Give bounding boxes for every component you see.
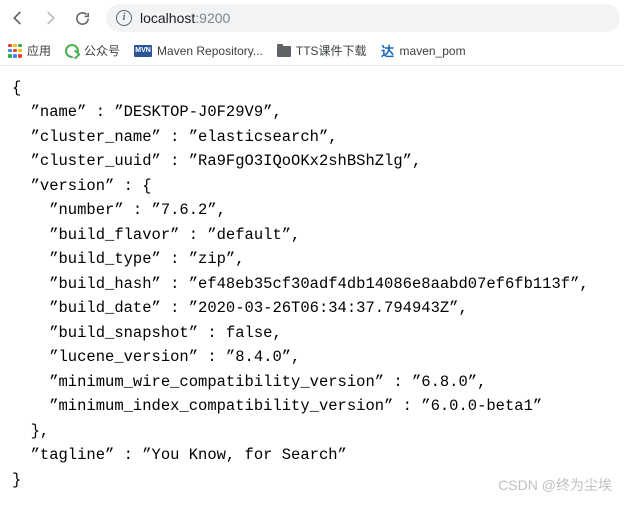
back-button[interactable]: [4, 4, 32, 32]
json-content: { ”name” : ”DESKTOP-J0F29V9”, ”cluster_n…: [0, 66, 624, 502]
forward-button[interactable]: [36, 4, 64, 32]
bookmark-gzh[interactable]: 公众号: [65, 42, 120, 59]
refresh-icon: [65, 44, 79, 58]
bookmark-apps[interactable]: 应用: [8, 42, 51, 59]
folder-icon: [277, 46, 291, 57]
url-text: localhost:9200: [140, 10, 230, 26]
browser-toolbar: i localhost:9200: [0, 0, 624, 36]
bookmarks-bar: 应用 公众号 MVN Maven Repository... TTS课件下载 达…: [0, 36, 624, 66]
bookmark-label: 公众号: [84, 42, 120, 59]
reload-button[interactable]: [68, 4, 96, 32]
address-bar[interactable]: i localhost:9200: [106, 4, 620, 32]
da-icon: 达: [381, 44, 395, 58]
bookmark-label: Maven Repository...: [157, 44, 263, 58]
bookmark-label: maven_pom: [400, 44, 466, 58]
watermark: CSDN @终为尘埃: [498, 475, 612, 495]
mvn-icon: MVN: [134, 45, 152, 57]
apps-icon: [8, 44, 22, 58]
bookmark-label: 应用: [27, 42, 51, 59]
bookmark-label: TTS课件下载: [296, 42, 367, 59]
bookmark-pom[interactable]: 达 maven_pom: [381, 44, 466, 58]
bookmark-tts[interactable]: TTS课件下载: [277, 42, 367, 59]
bookmark-maven[interactable]: MVN Maven Repository...: [134, 44, 263, 58]
site-info-icon[interactable]: i: [116, 10, 132, 26]
